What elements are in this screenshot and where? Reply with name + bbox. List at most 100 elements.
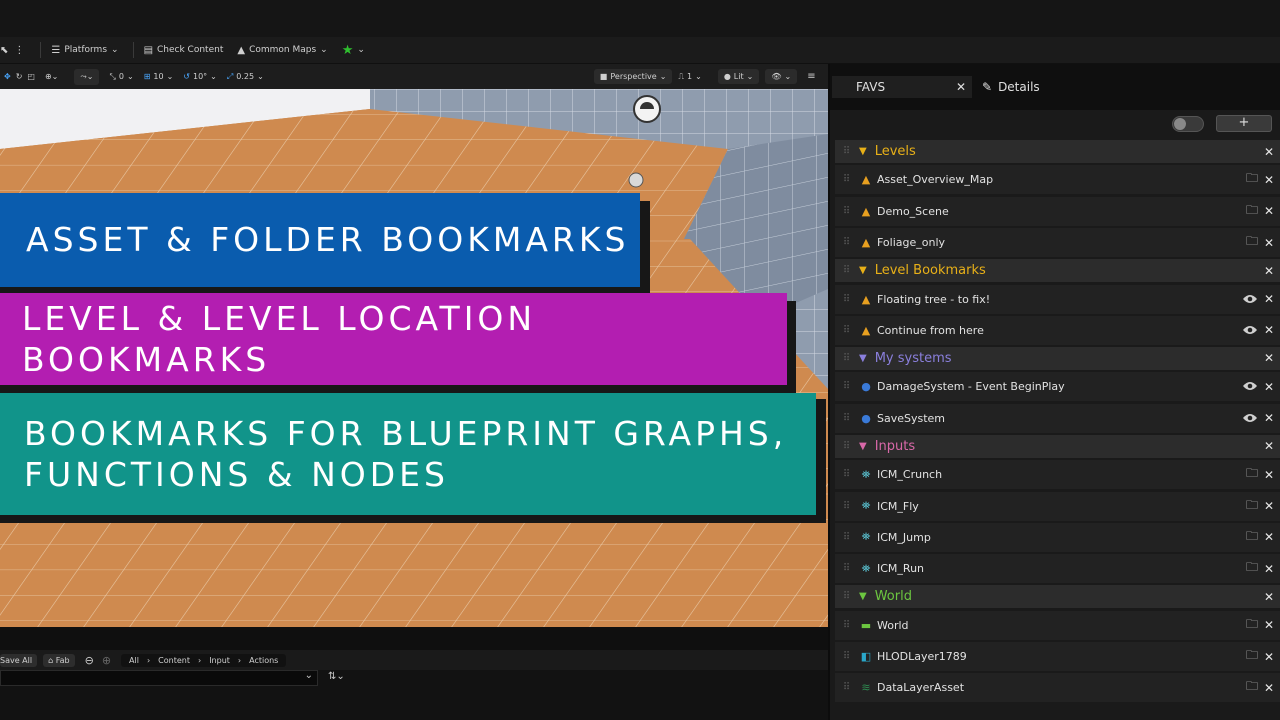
tab-favs[interactable]: FAVS ✕ — [832, 76, 972, 98]
bookmark-item[interactable]: ⠿ ⛯ ICM_Jump 🗀 ✕ — [835, 522, 1280, 552]
remove-group-icon[interactable]: ✕ — [1264, 145, 1274, 159]
collapse-caret-icon[interactable]: ▼ — [859, 146, 867, 157]
snap-rotate-toggle[interactable]: ⤡ 0 ⌄ — [109, 72, 133, 82]
translate-icon[interactable]: ✥ — [4, 72, 11, 81]
common-maps-button[interactable]: ▲ Common Maps ⌄ — [237, 45, 327, 56]
remove-group-icon[interactable]: ✕ — [1264, 351, 1274, 365]
bookmark-item[interactable]: ⠿ ⛯ ICM_Run 🗀 ✕ — [835, 554, 1280, 584]
remove-bookmark-icon[interactable]: ✕ — [1264, 411, 1274, 425]
browse-folder-icon[interactable]: 🗀 — [1246, 232, 1258, 253]
filter-dropdown[interactable]: ⌄ — [0, 670, 318, 686]
save-all-button[interactable]: Save All — [0, 653, 38, 667]
group-header-my-systems[interactable]: ⠿ ▼ My systems ✕ — [835, 346, 1280, 370]
back-arrow-icon[interactable]: ⊖ — [85, 654, 94, 667]
group-header-world[interactable]: ⠿ ▼ World ✕ — [835, 585, 1280, 609]
drag-handle-icon[interactable]: ⠿ — [835, 469, 857, 480]
group-header-levels[interactable]: ⠿ ▼ Levels ✕ — [835, 140, 1280, 163]
bookmark-item[interactable]: ⠿ ▲ Demo_Scene 🗀 ✕ — [835, 196, 1280, 226]
drag-handle-icon[interactable]: ⠿ — [835, 413, 857, 424]
add-bookmark-button[interactable]: + — [1216, 115, 1272, 132]
reflection-sphere[interactable] — [628, 172, 644, 188]
browse-folder-icon[interactable]: 🗀 — [1246, 496, 1258, 517]
bookmark-item[interactable]: ⠿ ≋ DataLayerAsset 🗀 ✕ — [835, 673, 1280, 703]
bookmark-item[interactable]: ⠿ ▲ Foliage_only 🗀 ✕ — [835, 228, 1280, 258]
grid-snap-toggle[interactable]: ⊞ 10 ⌄ — [144, 72, 174, 81]
breadcrumb-input[interactable]: Input — [209, 656, 230, 665]
remove-bookmark-icon[interactable]: ✕ — [1264, 618, 1274, 632]
drag-handle-icon[interactable]: ⠿ — [835, 146, 857, 157]
browse-folder-icon[interactable]: 🗀 — [1246, 558, 1258, 579]
drag-handle-icon[interactable]: ⠿ — [835, 563, 857, 574]
group-header-inputs[interactable]: ⠿ ▼ Inputs ✕ — [835, 434, 1280, 458]
bookmark-item[interactable]: ⠿ ⛯ ICM_Fly 🗀 ✕ — [835, 491, 1280, 521]
level-viewport[interactable]: ✥ ↻ ◰ ⊕⌄ ⤳⌄ ⤡ 0 ⌄ ⊞ 10 ⌄ ↺ 10° ⌄ ⤢ 0.25 — [0, 64, 828, 627]
drag-handle-icon[interactable]: ⠿ — [835, 682, 857, 693]
rotate-icon[interactable]: ↻ — [16, 72, 23, 81]
remove-bookmark-icon[interactable]: ✕ — [1264, 681, 1274, 695]
remove-bookmark-icon[interactable]: ✕ — [1264, 380, 1274, 394]
view-mode-dropdown[interactable]: ■ Perspective ⌄ — [593, 69, 673, 84]
close-icon[interactable]: ✕ — [956, 80, 966, 94]
sun-gizmo-icon[interactable] — [634, 94, 660, 122]
remove-bookmark-icon[interactable]: ✕ — [1264, 204, 1274, 218]
bookmark-item[interactable]: ⠿ ⛯ ICM_Crunch 🗀 ✕ — [835, 460, 1280, 490]
drag-handle-icon[interactable]: ⠿ — [835, 206, 857, 217]
tab-details[interactable]: ✎ Details — [978, 76, 1040, 98]
rotation-snap-toggle[interactable]: ↺ 10° ⌄ — [183, 72, 217, 81]
drag-handle-icon[interactable]: ⠿ — [835, 532, 857, 543]
world-local-icon[interactable]: ⊕⌄ — [45, 72, 58, 81]
bookmark-item[interactable]: ⠿ ● SaveSystem ✕ — [835, 403, 1280, 433]
check-content-button[interactable]: ▤ Check Content — [144, 45, 224, 56]
drag-handle-icon[interactable]: ⠿ — [835, 174, 857, 185]
remove-bookmark-icon[interactable]: ✕ — [1264, 499, 1274, 513]
browse-folder-icon[interactable]: 🗀 — [1246, 677, 1258, 698]
toggle-switch[interactable] — [1172, 116, 1204, 132]
breadcrumb-actions[interactable]: Actions — [249, 656, 278, 665]
bookmark-item[interactable]: ⠿ ▲ Asset_Overview_Map 🗀 ✕ — [835, 165, 1280, 195]
more-options-icon[interactable]: ⋮ — [14, 45, 24, 56]
breadcrumb-all[interactable]: All — [129, 656, 139, 665]
remove-group-icon[interactable]: ✕ — [1264, 439, 1274, 453]
browse-folder-icon[interactable]: 🗀 — [1246, 169, 1258, 190]
viewport-scene[interactable]: Asset & Folder Bookmarks Level & Level L… — [0, 89, 828, 627]
drag-handle-icon[interactable]: ⠿ — [835, 591, 857, 602]
bookmark-item[interactable]: ⠿ ▲ Floating tree - to fix! ✕ — [835, 284, 1280, 314]
favorites-button[interactable]: ★ ⌄ — [342, 43, 365, 58]
drag-handle-icon[interactable]: ⠿ — [835, 620, 857, 631]
fab-button[interactable]: ⌂ Fab — [43, 653, 75, 667]
bookmark-item[interactable]: ⠿ ▬ World 🗀 ✕ — [835, 610, 1280, 640]
forward-arrow-icon[interactable]: ⊕ — [102, 654, 111, 667]
bookmark-item[interactable]: ⠿ ◧ HLODLayer1789 🗀 ✕ — [835, 642, 1280, 672]
eye-icon[interactable] — [1242, 294, 1258, 304]
drag-handle-icon[interactable]: ⠿ — [835, 265, 857, 276]
drag-handle-icon[interactable]: ⠿ — [835, 294, 857, 305]
browse-folder-icon[interactable]: 🗀 — [1246, 201, 1258, 222]
group-header-level-bookmarks[interactable]: ⠿ ▼ Level Bookmarks ✕ — [835, 259, 1280, 283]
remove-bookmark-icon[interactable]: ✕ — [1264, 650, 1274, 664]
lit-dropdown[interactable]: ● Lit ⌄ — [717, 69, 760, 84]
browse-folder-icon[interactable]: 🗀 — [1246, 615, 1258, 636]
eye-icon[interactable] — [1242, 381, 1258, 391]
camera-speed-dropdown[interactable]: ⎍ 1 ⌄ — [678, 72, 701, 82]
bookmark-item[interactable]: ⠿ ▲ Continue from here ✕ — [835, 315, 1280, 345]
remove-bookmark-icon[interactable]: ✕ — [1264, 236, 1274, 250]
browse-folder-icon[interactable]: 🗀 — [1246, 527, 1258, 548]
bookmark-item[interactable]: ⠿ ● DamageSystem - Event BeginPlay ✕ — [835, 372, 1280, 402]
remove-bookmark-icon[interactable]: ✕ — [1264, 530, 1274, 544]
drag-handle-icon[interactable]: ⠿ — [835, 651, 857, 662]
drag-handle-icon[interactable]: ⠿ — [835, 441, 857, 452]
viewport-menu-icon[interactable]: ≡ — [807, 71, 815, 82]
platforms-button[interactable]: ☰ Platforms ⌄ — [51, 45, 118, 56]
remove-group-icon[interactable]: ✕ — [1264, 264, 1274, 278]
drag-handle-icon[interactable]: ⠿ — [835, 501, 857, 512]
remove-bookmark-icon[interactable]: ✕ — [1264, 562, 1274, 576]
browse-folder-icon[interactable]: 🗀 — [1246, 464, 1258, 485]
remove-bookmark-icon[interactable]: ✕ — [1264, 468, 1274, 482]
eye-icon[interactable] — [1242, 413, 1258, 423]
scale-snap-toggle[interactable]: ⤢ 0.25 ⌄ — [227, 72, 264, 82]
remove-bookmark-icon[interactable]: ✕ — [1264, 173, 1274, 187]
scale-icon[interactable]: ◰ — [27, 72, 35, 81]
surface-snap-toggle[interactable]: ⤳⌄ — [74, 68, 100, 85]
select-mode-icon[interactable]: ⬉ — [0, 45, 8, 56]
collapse-caret-icon[interactable]: ▼ — [859, 441, 867, 452]
